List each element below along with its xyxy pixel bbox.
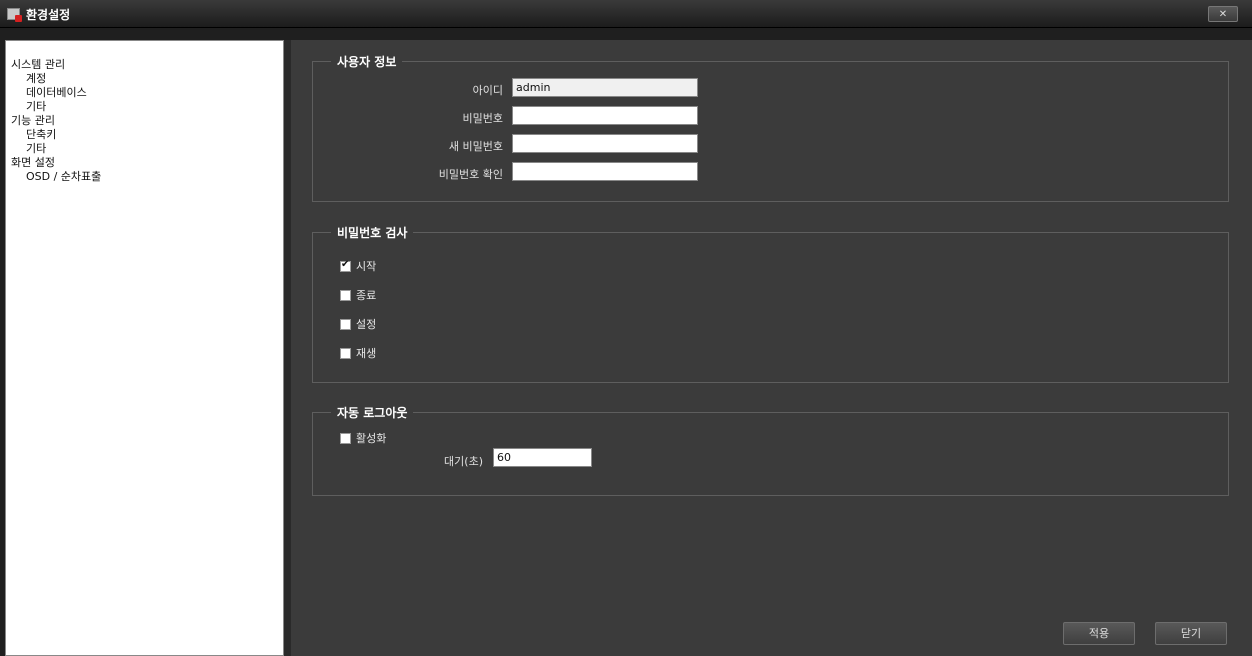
tree-item-feature-management[interactable]: 기능 관리: [11, 114, 101, 128]
tree-item-feature-other[interactable]: 기타: [11, 142, 101, 156]
auto-logout-enable-row[interactable]: 활성화: [340, 430, 386, 446]
check-playback-row[interactable]: 재생: [340, 345, 376, 361]
tree-item-database[interactable]: 데이터베이스: [11, 86, 101, 100]
check-settings-checkbox[interactable]: [340, 318, 351, 330]
password-check-legend: 비밀번호 검사: [331, 224, 414, 241]
user-info-group: 사용자 정보 아이디 비밀번호 새 비밀번호 비밀번호 확인: [312, 53, 1229, 202]
check-exit-label: 종료: [356, 289, 377, 302]
close-button[interactable]: 닫기: [1155, 622, 1227, 645]
tree-item-shortcuts[interactable]: 단축키: [11, 128, 101, 142]
wait-seconds-label: 대기(초): [444, 455, 483, 468]
password-check-group: 비밀번호 검사 시작 종료 설정 재생: [312, 224, 1229, 383]
check-start-label: 시작: [356, 260, 377, 273]
id-label: 아이디: [472, 84, 503, 97]
app-settings-icon: [7, 8, 22, 22]
tree-list: 시스템 관리 계정 데이터베이스 기타 기능 관리 단축키 기타 화면 설정 O…: [11, 58, 101, 184]
password-field[interactable]: [512, 106, 698, 125]
tree-item-system-management[interactable]: 시스템 관리: [11, 58, 101, 72]
auto-logout-enable-label: 활성화: [356, 432, 387, 445]
check-playback-checkbox[interactable]: [340, 347, 351, 359]
confirm-password-field[interactable]: [512, 162, 698, 181]
auto-logout-legend: 자동 로그아웃: [331, 404, 414, 421]
check-exit-row[interactable]: 종료: [340, 287, 376, 303]
window-title: 환경설정: [26, 8, 71, 22]
auto-logout-group: 자동 로그아웃 활성화 대기(초): [312, 404, 1229, 496]
confirm-password-label: 비밀번호 확인: [438, 168, 503, 181]
window-close-button[interactable]: ✕: [1208, 6, 1238, 22]
id-field[interactable]: [512, 78, 698, 97]
tree-item-osd-sequence[interactable]: OSD / 순차표출: [11, 170, 101, 184]
check-settings-row[interactable]: 설정: [340, 316, 376, 332]
auto-logout-enable-checkbox[interactable]: [340, 432, 351, 444]
check-start-checkbox[interactable]: [340, 259, 351, 272]
check-settings-label: 설정: [356, 318, 377, 331]
wait-seconds-field[interactable]: [493, 448, 592, 467]
check-exit-checkbox[interactable]: [340, 289, 351, 301]
check-playback-label: 재생: [356, 347, 377, 360]
settings-panel: 사용자 정보 아이디 비밀번호 새 비밀번호 비밀번호 확인 비밀번호 검사 시…: [291, 40, 1252, 656]
tree-item-account[interactable]: 계정: [11, 72, 101, 86]
title-bar: 환경설정 ✕: [0, 0, 1252, 28]
password-label: 비밀번호: [462, 112, 503, 125]
tree-item-screen-settings[interactable]: 화면 설정: [11, 156, 101, 170]
splitter[interactable]: [284, 40, 291, 656]
new-password-label: 새 비밀번호: [448, 140, 503, 153]
settings-tree: 시스템 관리 계정 데이터베이스 기타 기능 관리 단축키 기타 화면 설정 O…: [5, 40, 284, 656]
new-password-field[interactable]: [512, 134, 698, 153]
user-info-legend: 사용자 정보: [331, 53, 403, 70]
tree-item-system-other[interactable]: 기타: [11, 100, 101, 114]
apply-button[interactable]: 적용: [1063, 622, 1135, 645]
check-start-row[interactable]: 시작: [340, 258, 376, 274]
